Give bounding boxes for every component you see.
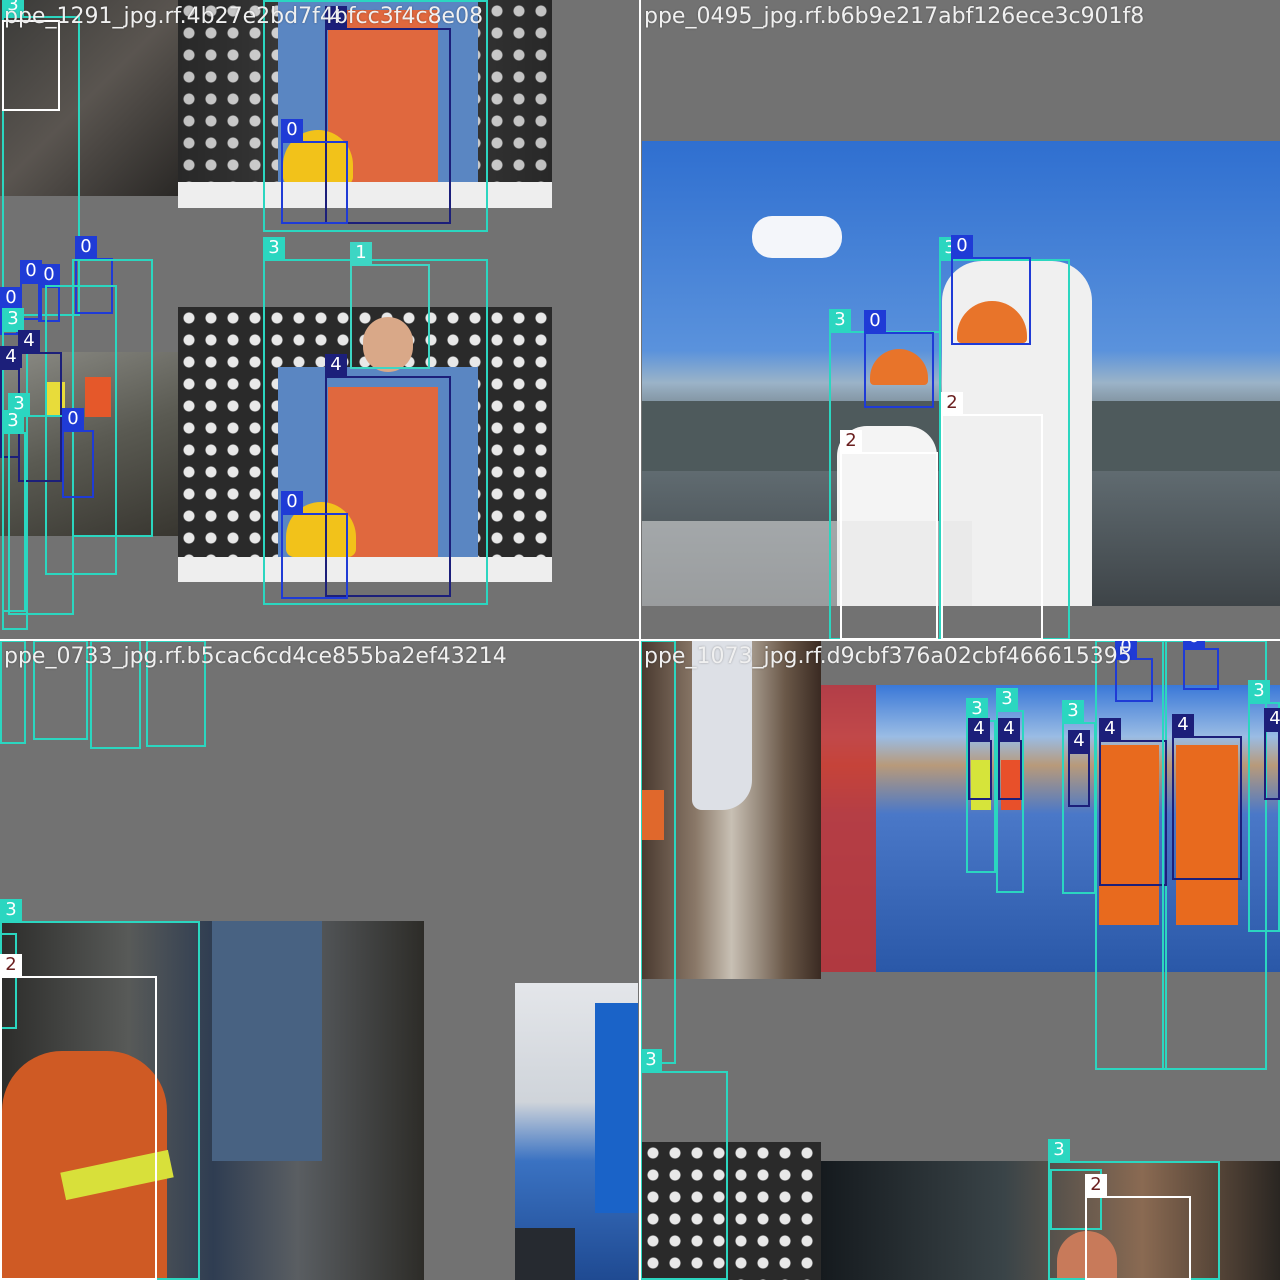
bbox-label: 0: [1183, 640, 1205, 648]
bbox-label: 3: [1048, 1139, 1070, 1161]
tile-filename: ppe_0495_jpg.rf.b6b9e217abf126ece3c901f8: [644, 4, 1145, 29]
tile-1: 3 4 0 3 1 4 0 0 0 0 0 3 4 4 3 0 3 ppe_12…: [0, 0, 640, 640]
bbox-label: 0: [62, 408, 84, 430]
bbox-label: 4: [325, 354, 347, 376]
tile-3: 3 3 3 3 3 2 ppe_0733_jpg.rf.b5cac6cd4ce8…: [0, 640, 640, 1280]
bbox-label: 0: [951, 235, 973, 257]
bbox-label: 3: [2, 308, 24, 330]
detection-mosaic: 3 4 0 3 1 4 0 0 0 0 0 3 4 4 3 0 3 ppe_12…: [0, 0, 1280, 1280]
bbox-class-4: 4: [968, 718, 992, 800]
bbox-class-0: 0: [864, 310, 934, 408]
bbox-class-4: 4: [1264, 708, 1280, 800]
bbox-label: 2: [840, 430, 862, 452]
bbox-class-2: 2: [941, 392, 1043, 640]
bbox-class-2: 2: [0, 954, 157, 1280]
tile-filename: ppe_1291_jpg.rf.4b27e2bd7f4bfcc3f4c8e08: [4, 4, 484, 29]
mosaic-divider-horizontal: [0, 639, 1280, 641]
bbox-class-0: 0: [281, 119, 348, 224]
bbox-class-4: 4: [998, 718, 1022, 800]
bbox-class-3: 3: [2, 410, 26, 612]
bbox-class-4: 4: [1172, 714, 1242, 880]
bbox-label: 0: [75, 236, 97, 258]
tile-2: 3 0 2 3 0 2 ppe_0495_jpg.rf.b6b9e217abf1…: [640, 0, 1280, 640]
bbox-label: 0: [281, 491, 303, 513]
bbox-class-3: 3: [640, 640, 676, 1064]
bbox-label: 2: [941, 392, 963, 414]
bbox-class-1: 1: [350, 242, 430, 369]
bbox-label: 3: [2, 410, 24, 432]
bbox-label: 4: [1068, 730, 1090, 752]
bbox-label: 2: [1085, 1174, 1107, 1196]
bbox-class-4: 4: [1099, 718, 1167, 886]
bbox-class-4: 4: [1068, 730, 1090, 807]
bbox-class-0: 0: [281, 491, 348, 599]
photo-building: [515, 983, 638, 1280]
bbox-label: 4: [968, 718, 990, 740]
bbox-label: 3: [1062, 700, 1084, 722]
bbox-label: 3: [996, 688, 1018, 710]
bbox-label: 4: [0, 346, 22, 368]
bbox-class-0: 0: [62, 408, 94, 498]
bbox-class-3: 3: [640, 1049, 728, 1280]
bbox-class-0: 0: [951, 235, 1031, 345]
bbox-class-0: 0: [1183, 640, 1219, 690]
bbox-label: 3: [0, 899, 22, 921]
bbox-label: 1: [350, 242, 372, 264]
bbox-label: 3: [640, 1049, 662, 1071]
bbox-label: 4: [1264, 708, 1280, 730]
bbox-label: 3: [263, 237, 285, 259]
bbox-label: 0: [281, 119, 303, 141]
bbox-label: 4: [1172, 714, 1194, 736]
bbox-label: 3: [966, 698, 988, 720]
bbox-label: 0: [864, 310, 886, 332]
bbox-label: 2: [0, 954, 22, 976]
tile-filename: ppe_1073_jpg.rf.d9cbf376a02cbf466615395: [644, 644, 1132, 669]
bbox-class-2: 2: [1085, 1174, 1191, 1280]
bbox-class-2: [2, 20, 60, 111]
tile-4: 3 3 3 4 3 4 3 4 3 0 4 3 0 4 3 4 3 2 ppe_…: [640, 640, 1280, 1280]
bbox-label: 4: [998, 718, 1020, 740]
bbox-class-2: 2: [840, 430, 938, 640]
tile-filename: ppe_0733_jpg.rf.b5cac6cd4ce855ba2ef43214: [4, 644, 507, 669]
bbox-label: 0: [0, 287, 22, 309]
bbox-label: 4: [1099, 718, 1121, 740]
bbox-label: 0: [38, 264, 60, 286]
bbox-label: 3: [829, 309, 851, 331]
bbox-label: 3: [1248, 680, 1270, 702]
